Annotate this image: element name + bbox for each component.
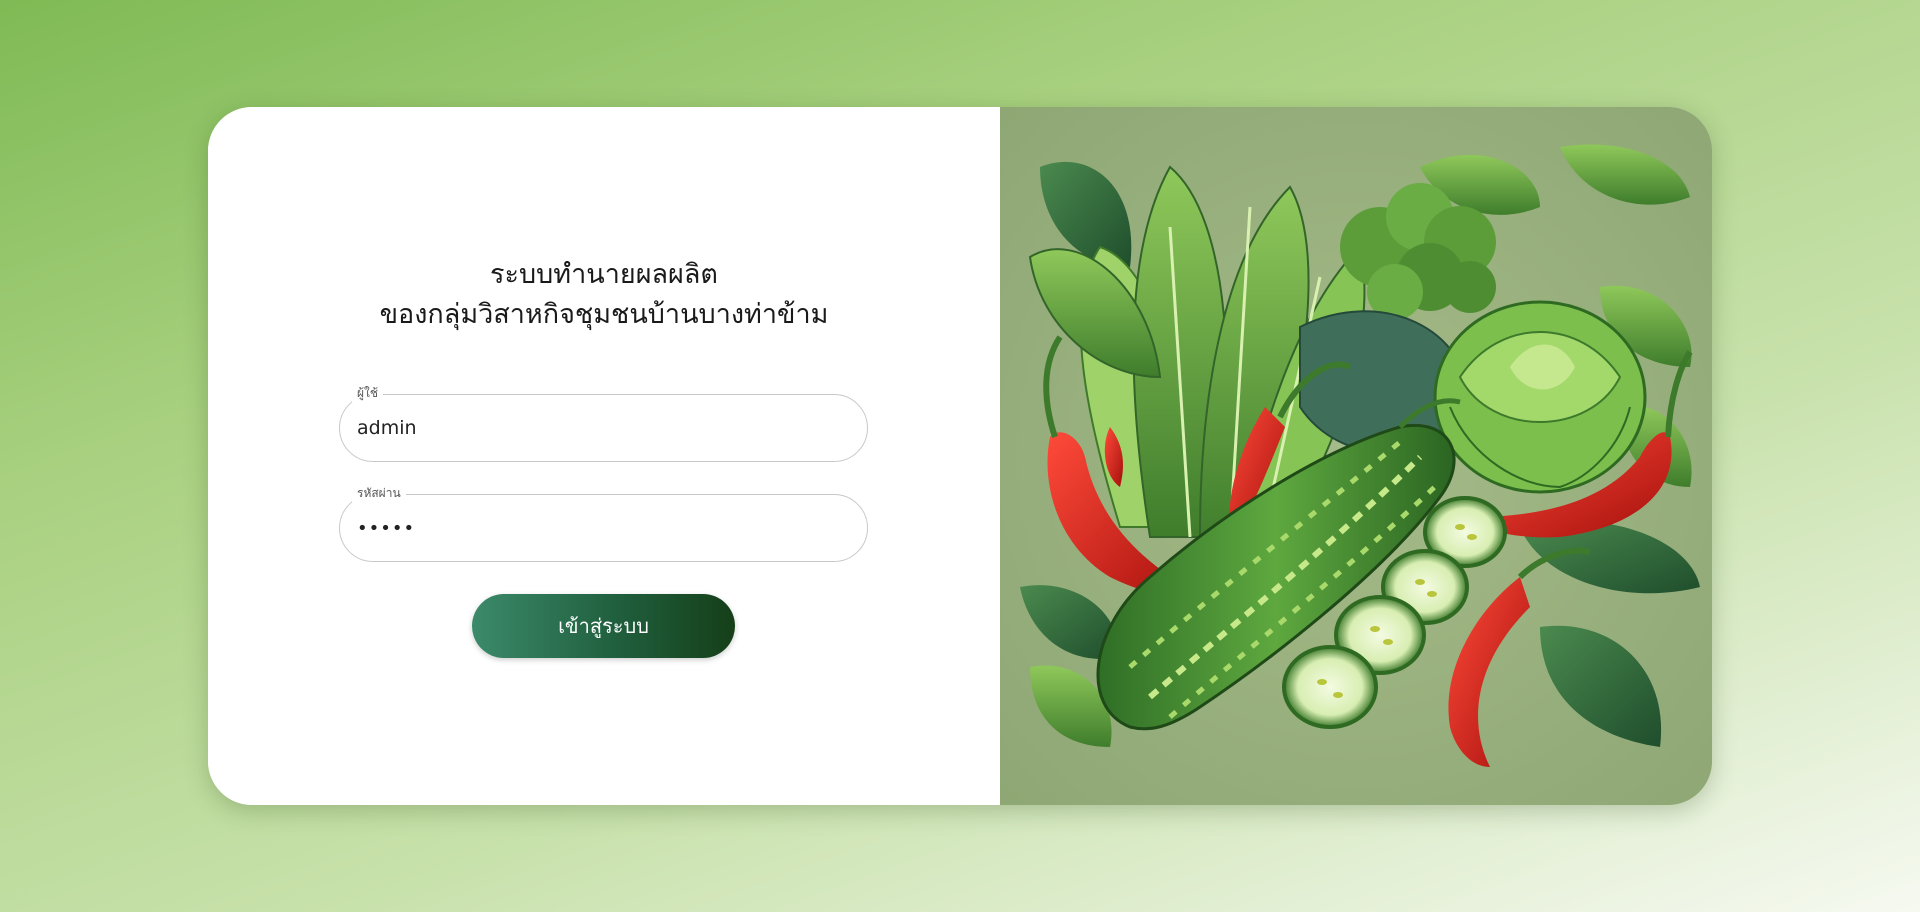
login-panel: ระบบทำนายผลผลิต ของกลุ่มวิสาหกิจชุมชนบ้า… <box>208 107 1000 805</box>
title-line-1: ระบบทำนายผลผลิต <box>490 259 718 290</box>
username-field: ผู้ใช้ <box>339 384 868 462</box>
login-button[interactable]: เข้าสู่ระบบ <box>472 594 735 658</box>
password-input[interactable] <box>340 495 867 561</box>
username-input[interactable] <box>340 395 867 461</box>
vegetables-illustration <box>1000 107 1712 805</box>
username-label: ผู้ใช้ <box>352 384 384 402</box>
title-line-2: ของกลุ่มวิสาหกิจชุมชนบ้านบางท่าข้าม <box>379 299 829 330</box>
page-title: ระบบทำนายผลผลิต ของกลุ่มวิสาหกิจชุมชนบ้า… <box>208 255 1000 335</box>
password-label: รหัสผ่าน <box>352 484 406 502</box>
login-card: ระบบทำนายผลผลิต ของกลุ่มวิสาหกิจชุมชนบ้า… <box>208 107 1712 805</box>
illustration-panel <box>1000 107 1712 805</box>
password-field: รหัสผ่าน <box>339 484 868 562</box>
